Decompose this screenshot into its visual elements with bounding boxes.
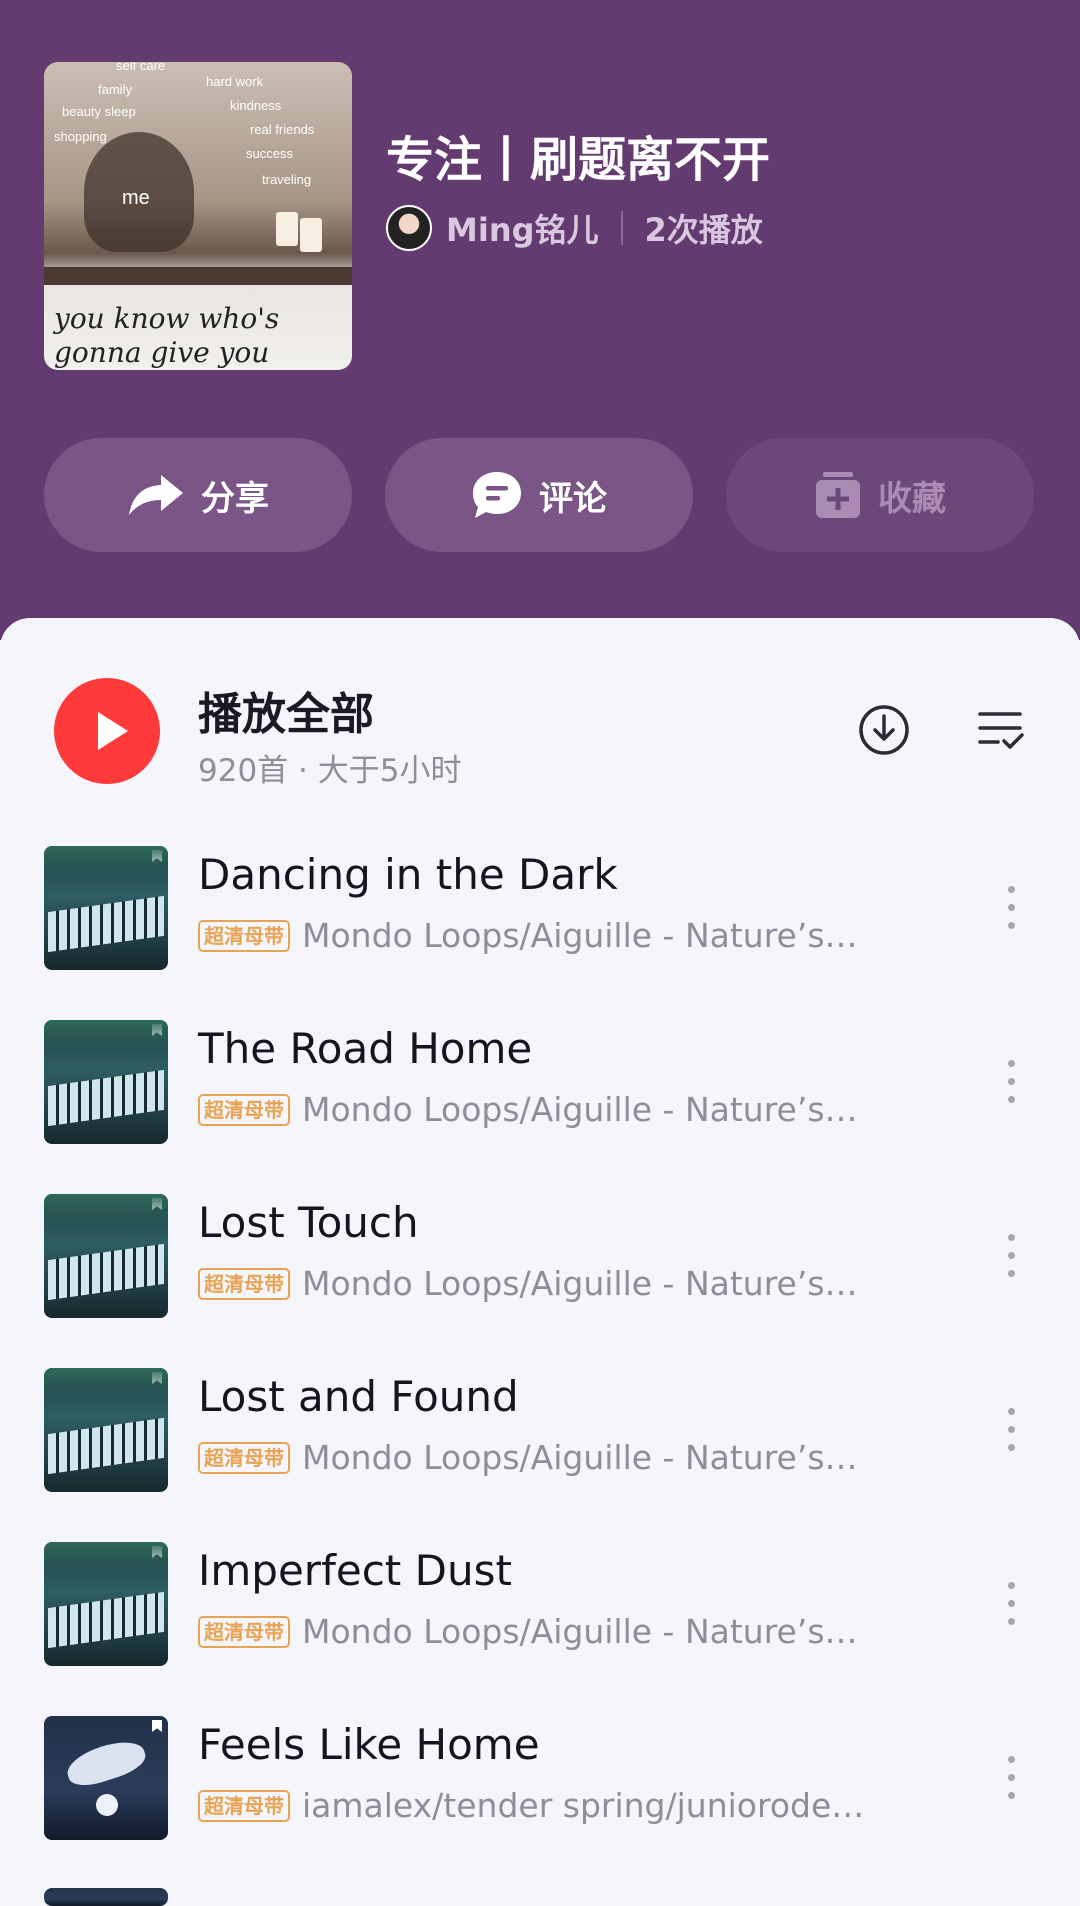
cover-word: self care <box>116 62 166 73</box>
play-all-summary: 920首 · 大于5小时 <box>198 753 462 789</box>
quality-tag: 超清母带 <box>198 1093 290 1126</box>
play-icon <box>98 712 128 750</box>
bookmark-icon <box>152 1546 162 1558</box>
play-count: 2次播放 <box>644 211 763 249</box>
song-artist: Mondo Loops/Aiguille - Nature’s… <box>302 1612 858 1651</box>
more-icon[interactable] <box>1008 1756 1016 1800</box>
song-artist: Mondo Loops/Aiguille - Nature’s… <box>302 1090 858 1129</box>
cover-me-label: me <box>122 187 150 209</box>
more-icon[interactable] <box>1008 886 1016 930</box>
song-artwork <box>44 1888 168 1906</box>
song-artist: Mondo Loops/Aiguille - Nature’s… <box>302 1264 858 1303</box>
quality-tag: 超清母带 <box>198 1267 290 1300</box>
song-artist: Mondo Loops/Aiguille - Nature’s… <box>302 1438 858 1477</box>
bookmark-icon <box>152 1198 162 1210</box>
playlist-meta: Ming铭儿 2次播放 <box>386 205 763 251</box>
multi-select-icon[interactable] <box>978 708 1024 752</box>
play-all-button[interactable] <box>54 678 160 784</box>
bookmark-icon <box>152 1720 162 1732</box>
song-row[interactable]: Lost and Found 超清母带 Mondo Loops/Aiguille … <box>0 1368 1080 1542</box>
share-icon <box>129 475 183 515</box>
song-title: Dancing in the Dark <box>198 850 618 899</box>
song-artwork <box>44 1194 168 1318</box>
song-title: The Road Home <box>198 1024 533 1073</box>
play-all-label[interactable]: 播放全部 <box>198 678 374 742</box>
song-title: Feels Like Home <box>198 1720 540 1769</box>
song-artwork <box>44 1716 168 1840</box>
bookmark-icon <box>152 1024 162 1036</box>
comment-icon <box>473 472 521 518</box>
meta-divider <box>620 211 623 245</box>
collect-label: 收藏 <box>878 478 946 519</box>
cover-word: real friends <box>250 122 315 137</box>
collect-button[interactable]: 收藏 <box>726 438 1034 552</box>
song-title: Lost Touch <box>198 1198 419 1247</box>
candle <box>276 212 298 246</box>
cover-word: kindness <box>230 98 282 113</box>
cover-word: family <box>98 82 132 97</box>
cover-word: hard work <box>206 74 264 89</box>
bookmark-icon <box>152 1372 162 1384</box>
action-bar: 分享 评论 收藏 <box>44 438 1034 552</box>
cover-word: success <box>246 146 293 161</box>
cover-word: shopping <box>54 129 107 144</box>
creator-avatar[interactable] <box>386 205 432 251</box>
song-row[interactable]: The Road Home 超清母带 Mondo Loops/Aiguille -… <box>0 1020 1080 1194</box>
cover-desk <box>44 267 352 285</box>
song-title: Lost and Found <box>198 1372 519 1421</box>
playlist-title: 专注丨刷题离不开 <box>386 132 771 188</box>
more-icon[interactable] <box>1008 1234 1016 1278</box>
song-row[interactable]: Imperfect Dust 超清母带 Mondo Loops/Aiguille … <box>0 1542 1080 1716</box>
song-row-partial[interactable] <box>0 1888 1080 1906</box>
song-artist: iamalex/tender spring/juniorode… <box>302 1786 865 1825</box>
playlist-cover[interactable]: self care family beauty sleep shopping h… <box>44 62 352 370</box>
comment-button[interactable]: 评论 <box>385 438 693 552</box>
quality-tag: 超清母带 <box>198 1615 290 1648</box>
share-label: 分享 <box>201 478 269 519</box>
song-artwork <box>44 1020 168 1144</box>
song-artwork <box>44 846 168 970</box>
comment-label: 评论 <box>539 478 607 519</box>
song-artwork <box>44 1368 168 1492</box>
song-row[interactable]: Dancing in the Dark 超清母带 Mondo Loops/Aigu… <box>0 846 1080 1020</box>
bookmark-icon <box>152 850 162 862</box>
song-row[interactable]: Feels Like Home 超清母带 iamalex/tender sprin… <box>0 1716 1080 1890</box>
song-artist: Mondo Loops/Aiguille - Nature’s… <box>302 916 858 955</box>
quality-tag: 超清母带 <box>198 1441 290 1474</box>
cover-handwriting: you know who's gonna give you <box>54 302 280 369</box>
quality-tag: 超清母带 <box>198 919 290 952</box>
playlist-header: self care family beauty sleep shopping h… <box>0 0 1080 640</box>
creator-name[interactable]: Ming铭儿 <box>446 205 599 251</box>
cover-word: beauty sleep <box>62 104 136 119</box>
song-artwork <box>44 1542 168 1666</box>
more-icon[interactable] <box>1008 1582 1016 1626</box>
song-title: Imperfect Dust <box>198 1546 512 1595</box>
candle <box>300 218 322 252</box>
share-button[interactable]: 分享 <box>44 438 352 552</box>
collect-icon <box>816 472 860 518</box>
cover-word: traveling <box>262 172 312 187</box>
song-row[interactable]: Lost Touch 超清母带 Mondo Loops/Aiguille - Na… <box>0 1194 1080 1368</box>
quality-tag: 超清母带 <box>198 1789 290 1822</box>
more-icon[interactable] <box>1008 1060 1016 1104</box>
download-icon[interactable] <box>858 704 910 756</box>
more-icon[interactable] <box>1008 1408 1016 1452</box>
